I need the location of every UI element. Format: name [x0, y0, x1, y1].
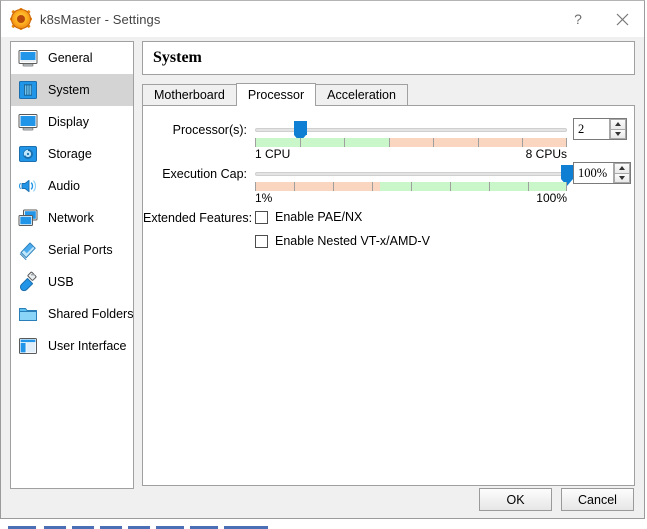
sidebar-item-label: Network — [48, 211, 94, 225]
execution-cap-spin-arrows[interactable] — [613, 163, 630, 183]
settings-main-panel: System Motherboard Processor Acceleratio… — [142, 41, 635, 489]
execution-cap-value[interactable]: 100% — [574, 163, 613, 183]
processors-spinbox[interactable]: 2 — [573, 118, 627, 140]
sidebar-item-label: General — [48, 51, 93, 65]
tab-processor[interactable]: Processor — [235, 83, 317, 106]
enable-nested-vtx-label: Enable Nested VT-x/AMD-V — [275, 234, 430, 248]
processors-min-label: 1 CPU — [255, 147, 291, 161]
slider-scale — [255, 138, 567, 147]
dialog-body: General System Display Storage Audio Net… — [1, 37, 644, 489]
sidebar-item-label: Display — [48, 115, 89, 129]
enable-nested-vtx-checkbox[interactable] — [255, 234, 268, 248]
sidebar-item-audio[interactable]: Audio — [11, 170, 133, 202]
processors-spin-arrows[interactable] — [609, 119, 626, 139]
taskbar-strip — [0, 525, 647, 529]
ok-button[interactable]: OK — [479, 488, 552, 511]
sidebar-item-general[interactable]: General — [11, 42, 133, 74]
sidebar-item-storage[interactable]: Storage — [11, 138, 133, 170]
settings-category-list[interactable]: General System Display Storage Audio Net… — [10, 41, 134, 489]
execution-cap-spinbox[interactable]: 100% — [573, 162, 631, 184]
processors-max-label: 8 CPUs — [525, 147, 567, 161]
sidebar-item-label: Serial Ports — [48, 243, 113, 257]
display-icon — [17, 111, 39, 133]
sidebar-item-label: Shared Folders — [48, 307, 134, 321]
enable-pae-nx-label: Enable PAE/NX — [275, 210, 363, 224]
sidebar-item-label: System — [48, 83, 90, 97]
scale-zone-green — [255, 138, 390, 147]
extended-features-label: Extended Features: — [143, 211, 253, 225]
scale-zone-green — [379, 182, 567, 191]
folder-icon — [17, 303, 39, 325]
panel-header: System — [142, 41, 635, 75]
slider-groove — [255, 172, 567, 176]
usb-plug-icon — [17, 271, 39, 293]
enable-pae-nx-checkbox-row[interactable]: Enable PAE/NX — [255, 210, 362, 224]
title-bar-controls: ? — [556, 1, 644, 37]
processors-slider[interactable]: 1 CPU 8 CPUs — [255, 120, 567, 162]
execution-cap-min-label: 1% — [255, 191, 273, 205]
slider-scale — [255, 182, 567, 191]
title-bar: k8sMaster - Settings ? — [1, 1, 644, 37]
dialog-footer: OK Cancel — [1, 481, 644, 518]
sidebar-item-label: Storage — [48, 147, 92, 161]
execution-cap-slider[interactable]: 1% 100% — [255, 164, 574, 206]
sidebar-item-network[interactable]: Network — [11, 202, 133, 234]
sidebar-item-display[interactable]: Display — [11, 106, 133, 138]
spinner-up-button[interactable] — [614, 163, 630, 174]
cancel-button[interactable]: Cancel — [561, 488, 634, 511]
motherboard-icon — [17, 79, 39, 101]
spinner-up-button[interactable] — [610, 119, 626, 130]
execution-cap-max-label: 100% — [536, 191, 567, 205]
tab-acceleration[interactable]: Acceleration — [315, 84, 408, 105]
sidebar-item-system[interactable]: System — [11, 74, 133, 106]
spinner-down-button[interactable] — [610, 129, 626, 139]
window-layout-icon — [17, 335, 39, 357]
tab-bar[interactable]: Motherboard Processor Acceleration — [142, 83, 635, 106]
sidebar-item-label: User Interface — [48, 339, 127, 353]
desktop-background: k8sMaster - Settings ? General System Di… — [0, 0, 647, 529]
window-title: k8sMaster - Settings — [40, 11, 161, 27]
sidebar-item-label: USB — [48, 275, 74, 289]
processor-tab-panel: Processor(s): 1 CPU 8 CPUs 2 Execution C… — [142, 105, 635, 486]
processors-value[interactable]: 2 — [574, 119, 609, 139]
tab-motherboard[interactable]: Motherboard — [142, 84, 237, 105]
settings-window: k8sMaster - Settings ? General System Di… — [0, 0, 645, 519]
network-cards-icon — [17, 207, 39, 229]
enable-pae-nx-checkbox[interactable] — [255, 210, 268, 224]
sidebar-item-label: Audio — [48, 179, 80, 193]
spinner-down-button[interactable] — [614, 173, 630, 183]
enable-nested-vtx-checkbox-row[interactable]: Enable Nested VT-x/AMD-V — [255, 234, 430, 248]
sidebar-item-user-interface[interactable]: User Interface — [11, 330, 133, 362]
sidebar-item-shared-folders[interactable]: Shared Folders — [11, 298, 133, 330]
help-button[interactable]: ? — [556, 2, 600, 36]
harddisk-icon — [17, 143, 39, 165]
processors-label: Processor(s): — [172, 123, 247, 137]
sidebar-item-usb[interactable]: USB — [11, 266, 133, 298]
close-icon[interactable] — [600, 2, 644, 36]
serial-port-icon — [17, 239, 39, 261]
page-title: System — [153, 49, 202, 66]
sidebar-item-serial-ports[interactable]: Serial Ports — [11, 234, 133, 266]
speaker-icon — [17, 175, 39, 197]
scale-zone-salmon — [255, 182, 380, 191]
monitor-icon — [17, 47, 39, 69]
execution-cap-label: Execution Cap: — [162, 167, 247, 181]
virtualbox-gear-icon — [10, 8, 32, 30]
